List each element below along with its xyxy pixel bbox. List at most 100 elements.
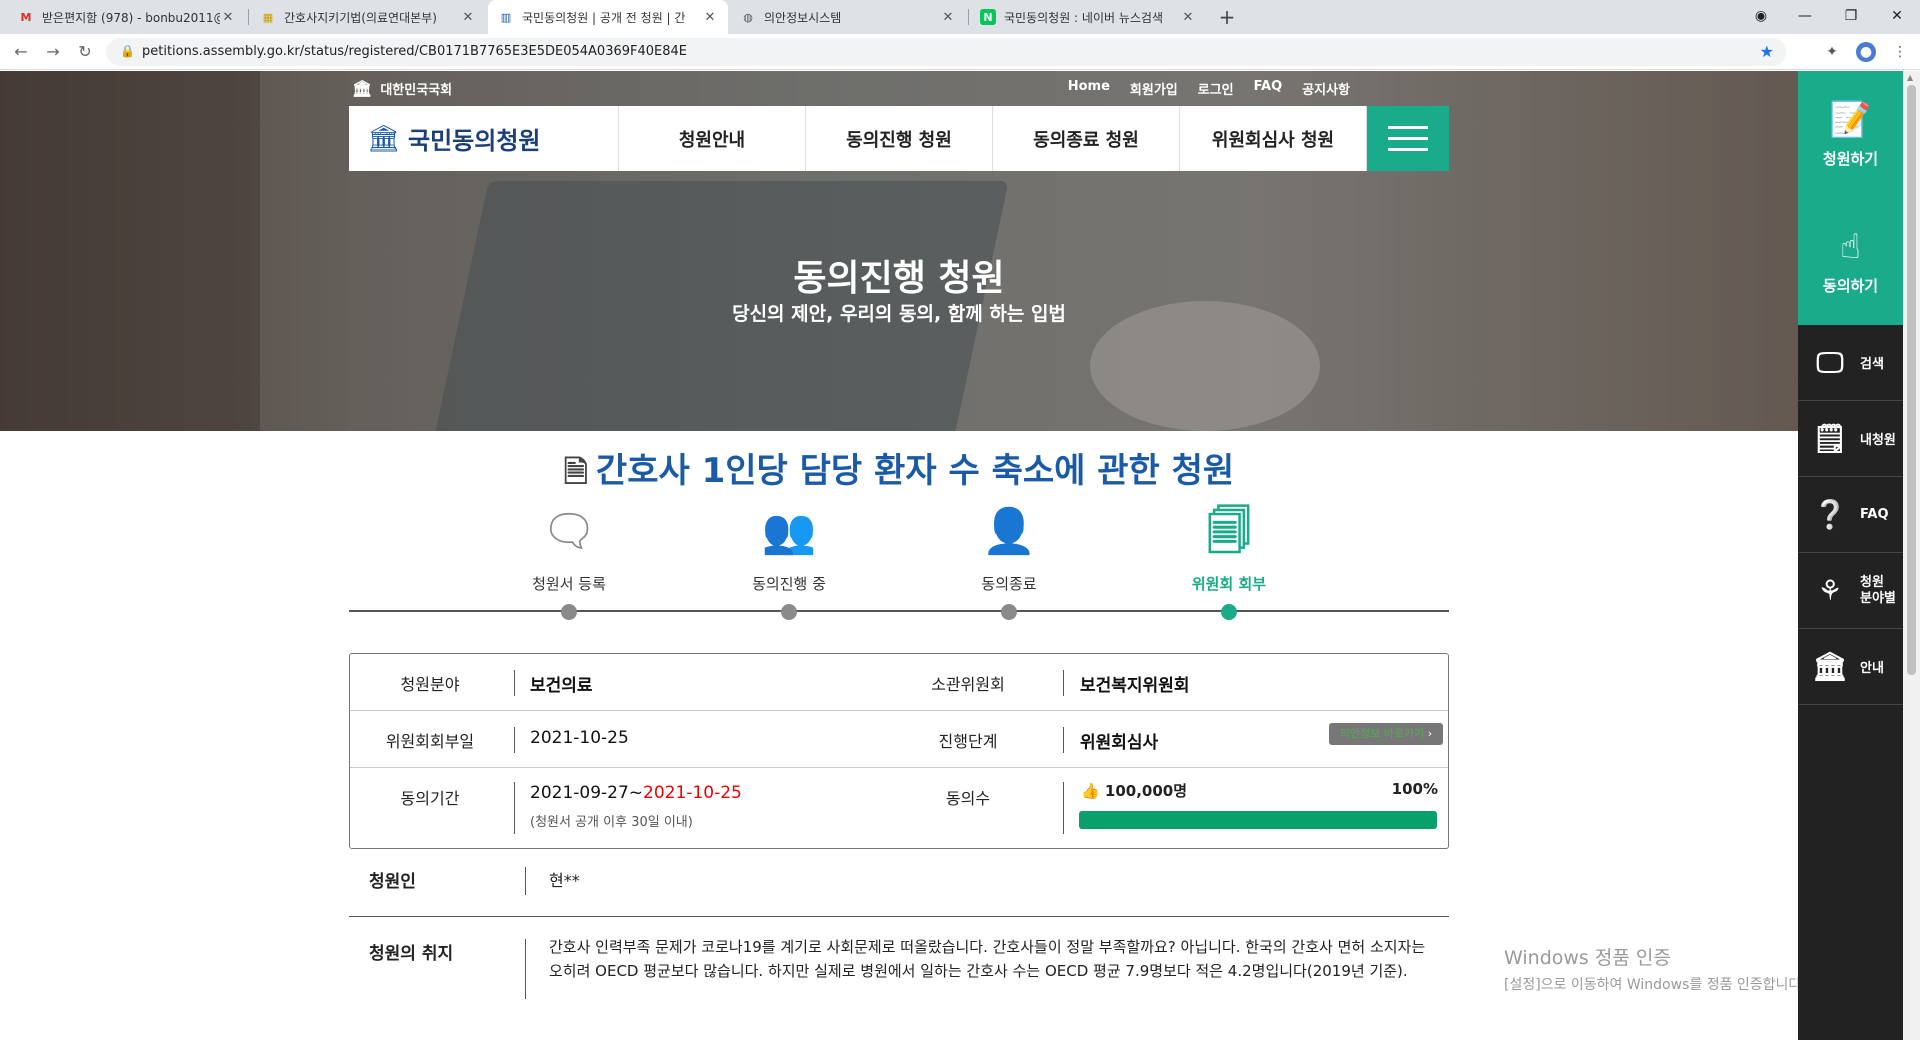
referral-date-label: 위원회회부일 [385,732,475,751]
scroll-up-icon[interactable]: ▲ [1907,73,1913,82]
assembly-icon: ▥ [500,10,512,24]
national-assembly-link[interactable]: 🏛 대한민국국회 [352,79,452,98]
more-menu-icon[interactable]: ⋮ [1890,42,1910,62]
tab-petition-active[interactable]: ▥ 국민동의청원 | 공개 전 청원 | 간 ✕ [488,0,728,34]
minimize-icon[interactable]: — [1782,0,1828,34]
view-bill-label: 의안정보 바로가기 [1339,727,1425,740]
consent-count-value: 100,000명 [1104,782,1188,800]
close-icon[interactable]: ✕ [1180,10,1196,25]
forward-icon[interactable]: → [40,40,66,64]
my-petition-icon: 🗒 [1812,422,1848,455]
faq-monitor-icon: ❔ [1812,498,1848,531]
field-value: 보건의료 [530,676,593,696]
view-bill-button[interactable]: 의안정보 바로가기 › [1329,723,1443,745]
naver-icon: N [980,9,996,25]
sidebar-faq[interactable]: ❔ FAQ [1798,477,1903,553]
purpose-label: 청원의 취지 [369,944,454,964]
back-icon[interactable]: ← [8,40,34,64]
sidebar-consent[interactable]: ☝ 동의하기 [1798,197,1903,325]
new-tab-button[interactable]: + [1214,4,1240,30]
document-stack-icon: 🗐 [1207,506,1251,557]
tab-bill-info[interactable]: ◍ 의안정보시스템 ✕ [730,0,966,34]
close-icon[interactable]: ✕ [702,10,718,25]
building-info-icon: 🏛 [1812,650,1848,683]
extensions-icon[interactable]: ✦ [1822,42,1842,62]
tab-title: 국민동의청원 | 공개 전 청원 | 간 [522,10,686,25]
close-icon[interactable]: ✕ [460,10,476,25]
step-label: 동의진행 중 [752,575,826,593]
profile-avatar[interactable]: ● [1856,42,1876,62]
tab-search-icon[interactable]: ◉ [1738,0,1784,34]
petitioner-value: 현** [549,871,580,890]
close-icon[interactable]: ✕ [940,10,956,25]
close-icon[interactable]: ✕ [220,10,236,25]
divider [514,670,515,696]
browser-tab-bar: M 받은편지함 (978) - bonbu2011@ ✕ ▦ 간호사지키기법(의… [0,0,1920,34]
step-registration: 🗨 청원서 등록 [469,501,669,620]
util-login-link[interactable]: 로그인 [1198,79,1234,98]
site-logo[interactable]: 🏛 국민동의청원 [349,106,619,171]
tab-naver-news[interactable]: N 국민동의청원 : 네이버 뉴스검색 ✕ [970,0,1206,34]
page-scrollbar[interactable]: ▲ [1903,71,1920,1040]
menu-committee-petitions[interactable]: 위원회심사 청원 [1180,106,1367,171]
gov-name: 대한민국국회 [380,83,453,98]
menu-ongoing-petitions[interactable]: 동의진행 청원 [806,106,993,171]
menu-petition-guide[interactable]: 청원안내 [619,106,806,171]
step-dot [781,604,797,620]
divider [1063,727,1064,753]
sidebar-petition-write[interactable]: 📝 청원하기 [1798,71,1903,197]
referral-date-value: 2021-10-25 [530,728,629,748]
steps-line [349,610,1449,612]
period-value: 2021-09-27~2021-10-25 [530,783,742,803]
web-page: 🏛 대한민국국회 Home 회원가입 로그인 FAQ 공지사항 🏛 국민동의청원… [0,71,1920,1040]
speech-person-icon: 🗨 [541,506,597,557]
period-start: 2021-09-27~ [530,783,644,803]
podium-person-icon: 👤 [981,506,1037,557]
bookmark-star-icon[interactable]: ★ [1760,42,1774,61]
thumbs-up-icon: 👍 [1081,782,1100,800]
tab-nurse-law[interactable]: ▦ 간호사지키기법(의료연대본부) ✕ [250,0,486,34]
hero-subtitle: 당신의 제안, 우리의 동의, 함께 하는 입법 [732,303,1066,325]
info-row-field: 청원분야 보건의료 소관위원회 보건복지위원회 [350,654,1448,711]
sidebar-my-petition[interactable]: 🗒 내청원 [1798,401,1903,477]
step-dot [1001,604,1017,620]
menu-closed-petitions[interactable]: 동의종료 청원 [993,106,1180,171]
document-icon: 🗎 [563,455,588,490]
period-end: 2021-10-25 [643,783,742,803]
window-close-icon[interactable]: ✕ [1874,0,1920,34]
org-chart-icon: ⚘ [1817,573,1843,607]
tab-gmail[interactable]: M 받은편지함 (978) - bonbu2011@ ✕ [8,0,246,34]
restore-icon[interactable]: ❐ [1828,0,1874,34]
progress-steps: 🗨 청원서 등록 👥 동의진행 중 👤 동의종료 🗐 위원회 회부 [349,501,1449,651]
sidebar-search[interactable]: 🖵 검색 [1798,325,1903,401]
util-notice-link[interactable]: 공지사항 [1302,79,1350,98]
sidebar-label: 청원하기 [1822,149,1879,168]
period-note: (청원서 공개 이후 30일 이내) [530,815,693,830]
lock-icon[interactable]: 🔒 [120,44,135,58]
committee-label: 소관위원회 [931,675,1005,694]
consent-progress-bar [1079,811,1437,829]
reload-icon[interactable]: ↻ [72,40,98,64]
info-row-referral: 위원회회부일 2021-10-25 진행단계 위원회심사 의안정보 바로가기 › [350,711,1448,768]
consent-count-label: 동의수 [945,789,991,808]
scrollbar-thumb[interactable] [1907,85,1916,675]
sidebar-by-category[interactable]: ⚘ 청원 분야별 [1798,553,1903,629]
url-text[interactable]: petitions.assembly.go.kr/status/register… [142,44,687,59]
util-signup-link[interactable]: 회원가입 [1130,79,1178,98]
quick-sidebar: 📝 청원하기 ☝ 동의하기 🖵 검색 🗒 내청원 ❔ FAQ ⚘ 청원 분야별 🏛 안내 [1798,71,1903,1040]
hamburger-menu-icon[interactable] [1367,106,1449,171]
consent-progress-fill [1079,811,1437,829]
petition-info-table: 청원분야 보건의료 소관위원회 보건복지위원회 위원회회부일 2021-10-2… [349,653,1449,849]
sidebar-label: FAQ [1860,507,1889,522]
consent-count: 👍 100,000명 [1081,780,1187,801]
logo-text: 국민동의청원 [408,127,541,155]
tab-title: 받은편지함 (978) - bonbu2011@ [42,10,220,25]
divider [1063,782,1064,834]
util-faq-link[interactable]: FAQ [1254,79,1283,98]
util-home-link[interactable]: Home [1068,79,1110,98]
watermark-line2: [설정]으로 이동하여 Windows를 정품 인증합니다. [1504,977,1806,993]
address-bar[interactable]: 🔒 petitions.assembly.go.kr/status/regist… [106,38,1786,66]
sidebar-guide[interactable]: 🏛 안내 [1798,629,1903,705]
assembly-logo-icon: 🏛 [367,123,401,154]
petition-title: 🗎 간호사 1인당 담당 환자 수 축소에 관한 청원 [0,443,1798,501]
